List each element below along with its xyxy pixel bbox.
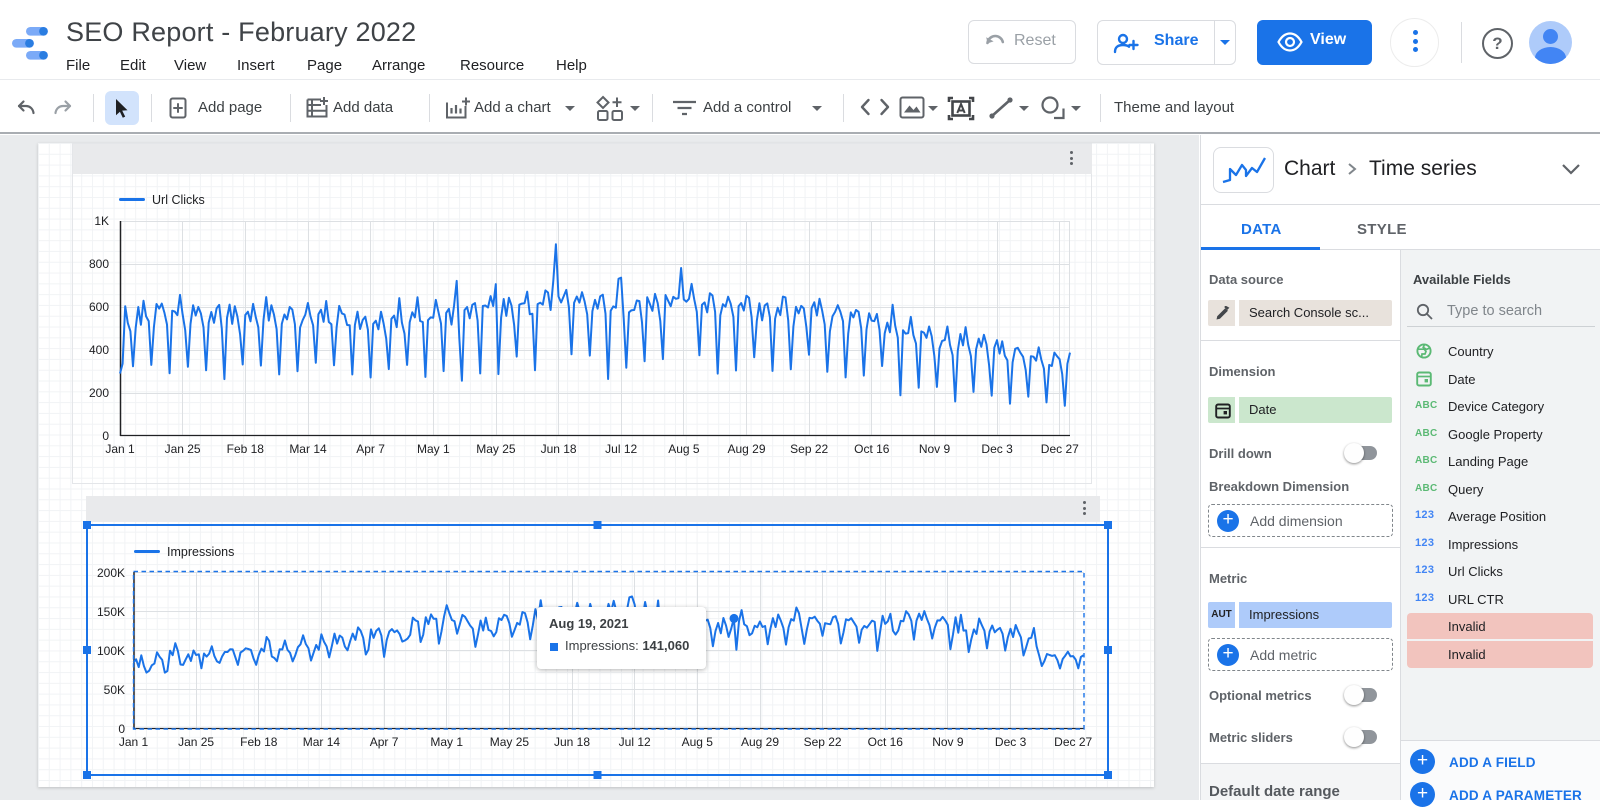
svg-text:Aug 29: Aug 29 [727, 442, 765, 456]
svg-text:800: 800 [89, 257, 109, 271]
svg-text:100K: 100K [97, 644, 125, 658]
svg-text:Apr 7: Apr 7 [370, 735, 399, 749]
svg-text:Feb 18: Feb 18 [227, 442, 265, 456]
svg-text:Aug 5: Aug 5 [682, 735, 714, 749]
svg-text:600: 600 [89, 300, 109, 314]
svg-text:Jun 18: Jun 18 [554, 735, 590, 749]
svg-text:400: 400 [89, 343, 109, 357]
svg-text:Aug 5: Aug 5 [668, 442, 700, 456]
svg-text:May 1: May 1 [417, 442, 450, 456]
svg-text:50K: 50K [104, 683, 125, 697]
svg-text:150K: 150K [97, 605, 125, 619]
svg-text:Sep 22: Sep 22 [790, 442, 828, 456]
svg-text:Jun 18: Jun 18 [541, 442, 577, 456]
svg-text:Jul 12: Jul 12 [605, 442, 637, 456]
svg-text:Dec 27: Dec 27 [1054, 735, 1092, 749]
svg-text:Jul 12: Jul 12 [619, 735, 651, 749]
svg-text:Oct 16: Oct 16 [854, 442, 890, 456]
svg-text:May 25: May 25 [490, 735, 530, 749]
svg-text:Nov 9: Nov 9 [919, 442, 951, 456]
svg-text:May 25: May 25 [476, 442, 516, 456]
svg-text:Dec 27: Dec 27 [1041, 442, 1079, 456]
svg-text:0: 0 [118, 722, 125, 736]
svg-text:200: 200 [89, 386, 109, 400]
svg-text:Jan 25: Jan 25 [165, 442, 201, 456]
svg-text:Oct 16: Oct 16 [868, 735, 904, 749]
svg-text:Sep 22: Sep 22 [804, 735, 842, 749]
svg-text:Jan 1: Jan 1 [119, 735, 149, 749]
svg-text:Dec 3: Dec 3 [981, 442, 1013, 456]
svg-text:Apr 7: Apr 7 [356, 442, 385, 456]
svg-text:Feb 18: Feb 18 [240, 735, 278, 749]
svg-text:Nov 9: Nov 9 [932, 735, 964, 749]
svg-text:0: 0 [102, 429, 109, 443]
svg-text:Mar 14: Mar 14 [303, 735, 341, 749]
svg-text:Jan 1: Jan 1 [105, 442, 135, 456]
svg-text:Jan 25: Jan 25 [178, 735, 214, 749]
svg-text:1K: 1K [94, 214, 109, 228]
svg-text:May 1: May 1 [430, 735, 463, 749]
svg-text:Aug 29: Aug 29 [741, 735, 779, 749]
svg-text:Mar 14: Mar 14 [289, 442, 327, 456]
svg-text:200K: 200K [97, 566, 125, 580]
svg-text:Dec 3: Dec 3 [995, 735, 1027, 749]
